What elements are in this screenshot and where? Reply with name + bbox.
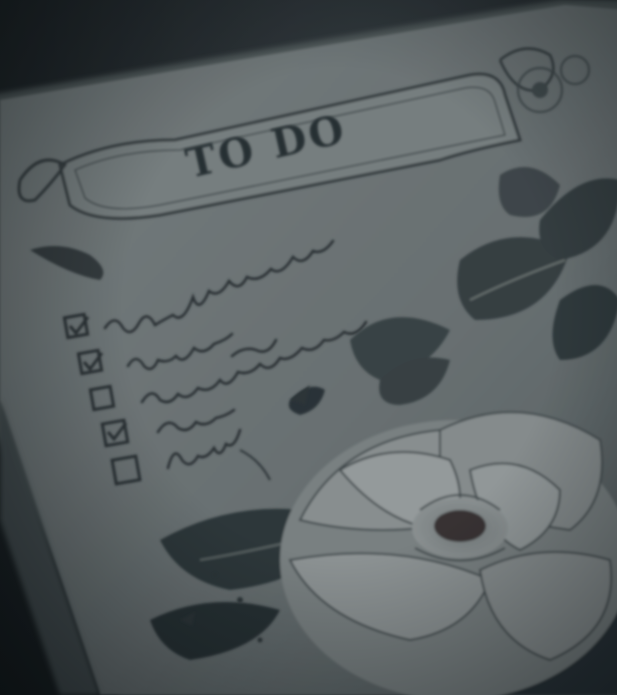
photo-scene: TO DO — [0, 0, 617, 695]
notepad-illustration: TO DO — [0, 0, 617, 695]
